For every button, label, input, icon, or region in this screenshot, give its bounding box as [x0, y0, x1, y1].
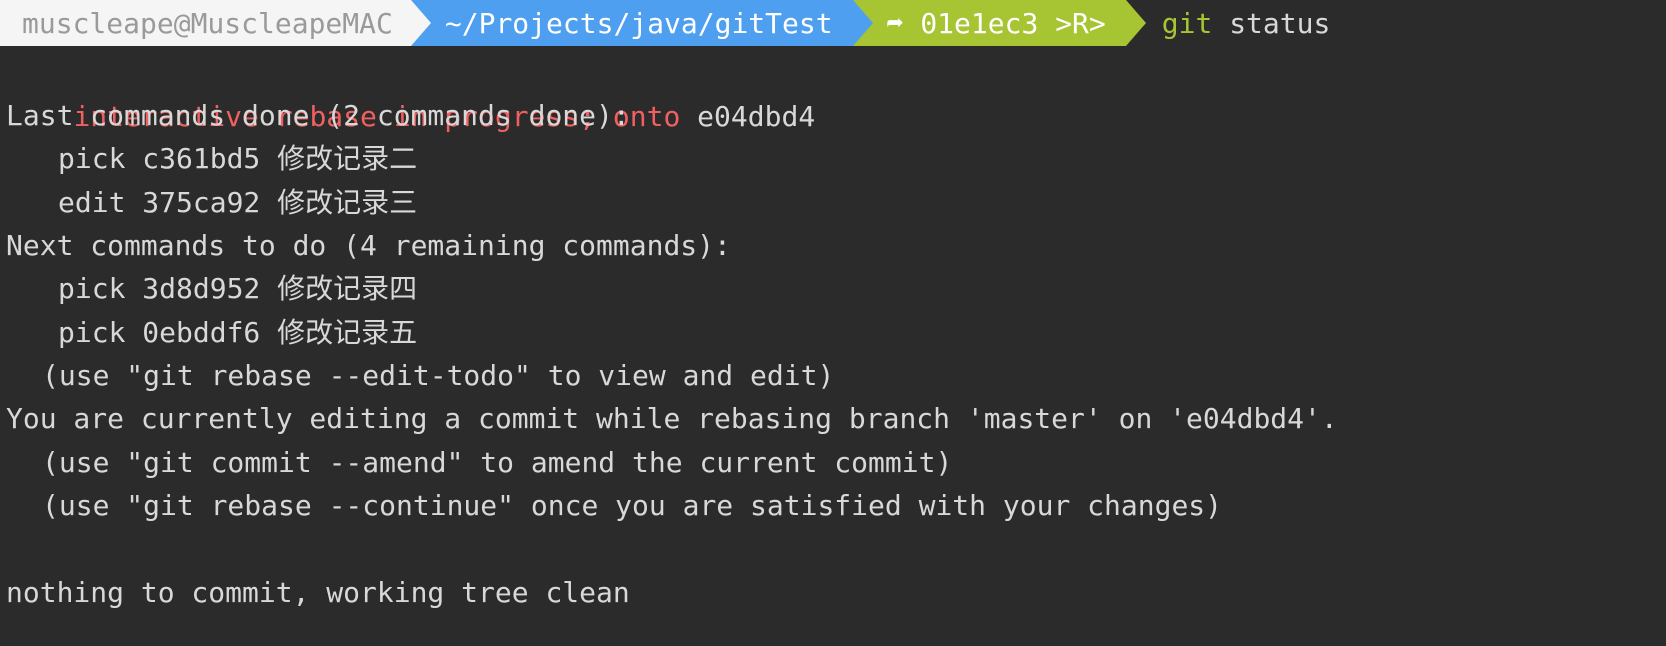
typed-command: git status — [1126, 0, 1331, 46]
last-done-item: edit 375ca92 修改记录三 — [58, 186, 418, 219]
prompt-path-segment: ~/Projects/java/gitTest — [410, 0, 873, 46]
prompt-user-host-segment: muscleape@MuscleapeMAC — [0, 0, 431, 46]
last-done-header: Last commands done (2 commands done): — [6, 99, 630, 132]
terminal-window[interactable]: muscleape@MuscleapeMAC ~/Projects/java/g… — [0, 0, 1666, 646]
clean-status: nothing to commit, working tree clean — [6, 576, 630, 609]
hint-amend: (use "git commit --amend" to amend the c… — [42, 446, 953, 479]
shell-prompt: muscleape@MuscleapeMAC ~/Projects/java/g… — [0, 0, 1330, 46]
next-header: Next commands to do (4 remaining command… — [6, 229, 731, 262]
prompt-user-host: muscleape@MuscleapeMAC — [22, 6, 393, 40]
editing-line: You are currently editing a commit while… — [6, 402, 1338, 435]
rebase-status-line: interactive rebase in progress; onto e04… — [6, 51, 815, 133]
hint-edit-todo: (use "git rebase --edit-todo" to view an… — [42, 359, 835, 392]
prompt-branch: 01e1ec3 >R> — [920, 6, 1106, 40]
prompt-branch-segment: ➦ 01e1ec3 >R> — [852, 0, 1146, 46]
hint-continue: (use "git rebase --continue" once you ar… — [42, 489, 1223, 522]
command-program: git — [1161, 6, 1213, 40]
next-item: pick 0ebddf6 修改记录五 — [58, 316, 418, 349]
next-item: pick 3d8d952 修改记录四 — [58, 272, 418, 305]
command-args: status — [1212, 6, 1331, 40]
onto-hash: e04dbd4 — [680, 100, 816, 133]
last-done-item: pick c361bd5 修改记录二 — [58, 142, 418, 175]
branch-icon: ➦ — [886, 6, 904, 40]
prompt-path: ~/Projects/java/gitTest — [444, 6, 833, 40]
